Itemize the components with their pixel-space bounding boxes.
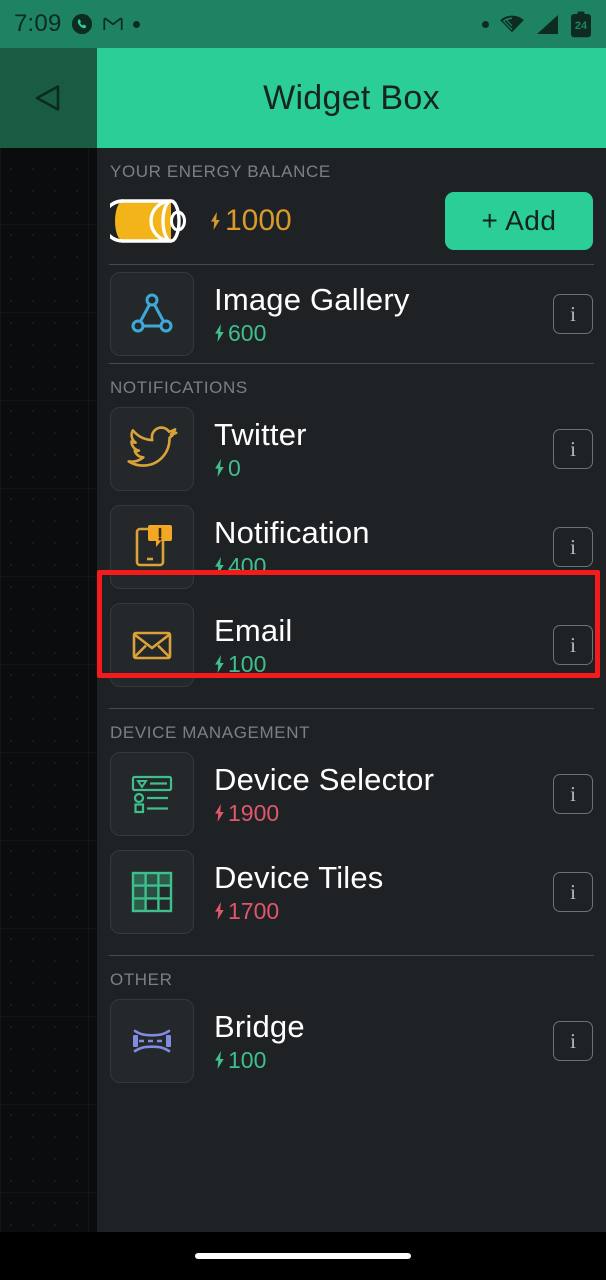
widget-cost-value: 1700 bbox=[228, 897, 280, 924]
section-label-other: OTHER bbox=[110, 970, 173, 989]
device-tiles-grid-icon bbox=[110, 850, 194, 934]
cellular-signal-icon bbox=[537, 14, 558, 34]
battery-percent-label: 24 bbox=[574, 19, 588, 32]
info-button[interactable]: i bbox=[553, 294, 593, 334]
widget-row-image-gallery[interactable]: Image Gallery 600 i bbox=[108, 265, 595, 363]
bolt-icon bbox=[215, 324, 224, 343]
energy-balance-row: 1000 + Add bbox=[101, 184, 595, 264]
widget-text: Image Gallery 600 bbox=[214, 283, 543, 344]
energy-balance-amount-wrap: 1000 bbox=[210, 204, 292, 238]
info-button[interactable]: i bbox=[553, 625, 593, 665]
bolt-icon bbox=[215, 804, 224, 823]
section-label-device-management: DEVICE MANAGEMENT bbox=[110, 723, 311, 742]
widget-text: Device Selector 1900 bbox=[214, 763, 543, 824]
battery-icon: 24 bbox=[570, 11, 592, 38]
info-button[interactable]: i bbox=[553, 429, 593, 469]
bolt-icon bbox=[211, 212, 220, 230]
widget-title: Bridge bbox=[214, 1009, 305, 1045]
status-dot-icon bbox=[132, 20, 140, 28]
widget-cost-value: 400 bbox=[228, 552, 267, 579]
twitter-bird-icon bbox=[110, 407, 194, 491]
info-button[interactable]: i bbox=[553, 527, 593, 567]
widget-cost: 0 bbox=[214, 454, 543, 481]
widget-title: Device Tiles bbox=[214, 860, 384, 896]
widget-title: Twitter bbox=[214, 417, 307, 453]
home-indicator[interactable] bbox=[195, 1253, 411, 1259]
bolt-icon bbox=[215, 557, 224, 576]
widget-cost: 600 bbox=[214, 319, 543, 346]
bridge-icon bbox=[110, 999, 194, 1083]
widget-row-email[interactable]: Email 100 i bbox=[108, 596, 595, 694]
bolt-icon bbox=[215, 1051, 224, 1070]
system-navigation-bar bbox=[0, 1232, 606, 1280]
notification-phone-alert-icon bbox=[110, 505, 194, 589]
bolt-icon bbox=[215, 655, 224, 674]
widget-title: Device Selector bbox=[214, 762, 435, 798]
email-envelope-icon bbox=[110, 603, 194, 687]
widget-row-device-tiles[interactable]: Device Tiles 1700 i bbox=[108, 843, 595, 941]
status-bar-clock: 7:09 bbox=[14, 10, 62, 37]
energy-balance-amount: 1000 bbox=[225, 204, 292, 237]
status-bar: 7:09 24 bbox=[0, 0, 606, 48]
energy-balance-label: YOUR ENERGY BALANCE bbox=[110, 162, 331, 181]
widget-text: Email 100 bbox=[214, 614, 543, 675]
widget-row-twitter[interactable]: Twitter 0 i bbox=[108, 400, 595, 498]
phone-circle-icon bbox=[71, 13, 92, 35]
widget-cost: 400 bbox=[214, 552, 543, 579]
widget-cost-value: 0 bbox=[228, 454, 241, 481]
widget-title: Email bbox=[214, 613, 293, 649]
back-triangle-icon bbox=[35, 85, 59, 111]
status-bar-right: 24 bbox=[482, 11, 592, 38]
status-bar-left: 7:09 bbox=[14, 10, 140, 38]
widget-row-bridge[interactable]: Bridge 100 i bbox=[108, 992, 595, 1090]
widget-row-device-selector[interactable]: Device Selector 1900 i bbox=[108, 745, 595, 843]
widget-text: Notification 400 bbox=[214, 516, 543, 577]
widget-row-notification[interactable]: Notification 400 i bbox=[108, 498, 595, 596]
widget-text: Twitter 0 bbox=[214, 418, 543, 479]
widget-text: Bridge 100 bbox=[214, 1010, 543, 1071]
wifi-icon bbox=[500, 15, 524, 33]
widget-text: Device Tiles 1700 bbox=[214, 861, 543, 922]
gmail-icon bbox=[102, 17, 123, 30]
app-bar: Widget Box bbox=[97, 48, 606, 148]
back-button[interactable] bbox=[0, 48, 97, 148]
widget-cost-value: 100 bbox=[228, 650, 267, 677]
widget-cost-value: 1900 bbox=[228, 799, 280, 826]
widget-title: Image Gallery bbox=[214, 282, 410, 318]
info-button[interactable]: i bbox=[553, 774, 593, 814]
widget-title: Notification bbox=[214, 515, 370, 551]
energy-battery-icon bbox=[101, 197, 194, 245]
info-button[interactable]: i bbox=[553, 1021, 593, 1061]
info-button[interactable]: i bbox=[553, 872, 593, 912]
image-gallery-triangle-icon bbox=[110, 272, 194, 356]
widget-cost-value: 100 bbox=[228, 1046, 267, 1073]
page-title: Widget Box bbox=[263, 78, 440, 117]
add-energy-button[interactable]: + Add bbox=[445, 192, 593, 250]
status-dot-right-icon bbox=[482, 20, 489, 28]
widget-list-panel[interactable]: YOUR ENERGY BALANCE 1000 + Add Image Gal… bbox=[97, 148, 606, 1266]
screen-root: 7:09 24 Widget Box YOUR ENERGY BALANCE 1… bbox=[0, 0, 606, 1280]
widget-cost: 100 bbox=[214, 1046, 543, 1073]
widget-cost: 100 bbox=[214, 650, 543, 677]
bolt-icon bbox=[215, 902, 224, 921]
widget-cost-value: 600 bbox=[228, 319, 267, 346]
device-selector-list-icon bbox=[110, 752, 194, 836]
widget-cost: 1900 bbox=[214, 799, 543, 826]
widget-cost: 1700 bbox=[214, 897, 543, 924]
bolt-icon bbox=[215, 459, 224, 478]
section-label-notifications: NOTIFICATIONS bbox=[110, 378, 248, 397]
